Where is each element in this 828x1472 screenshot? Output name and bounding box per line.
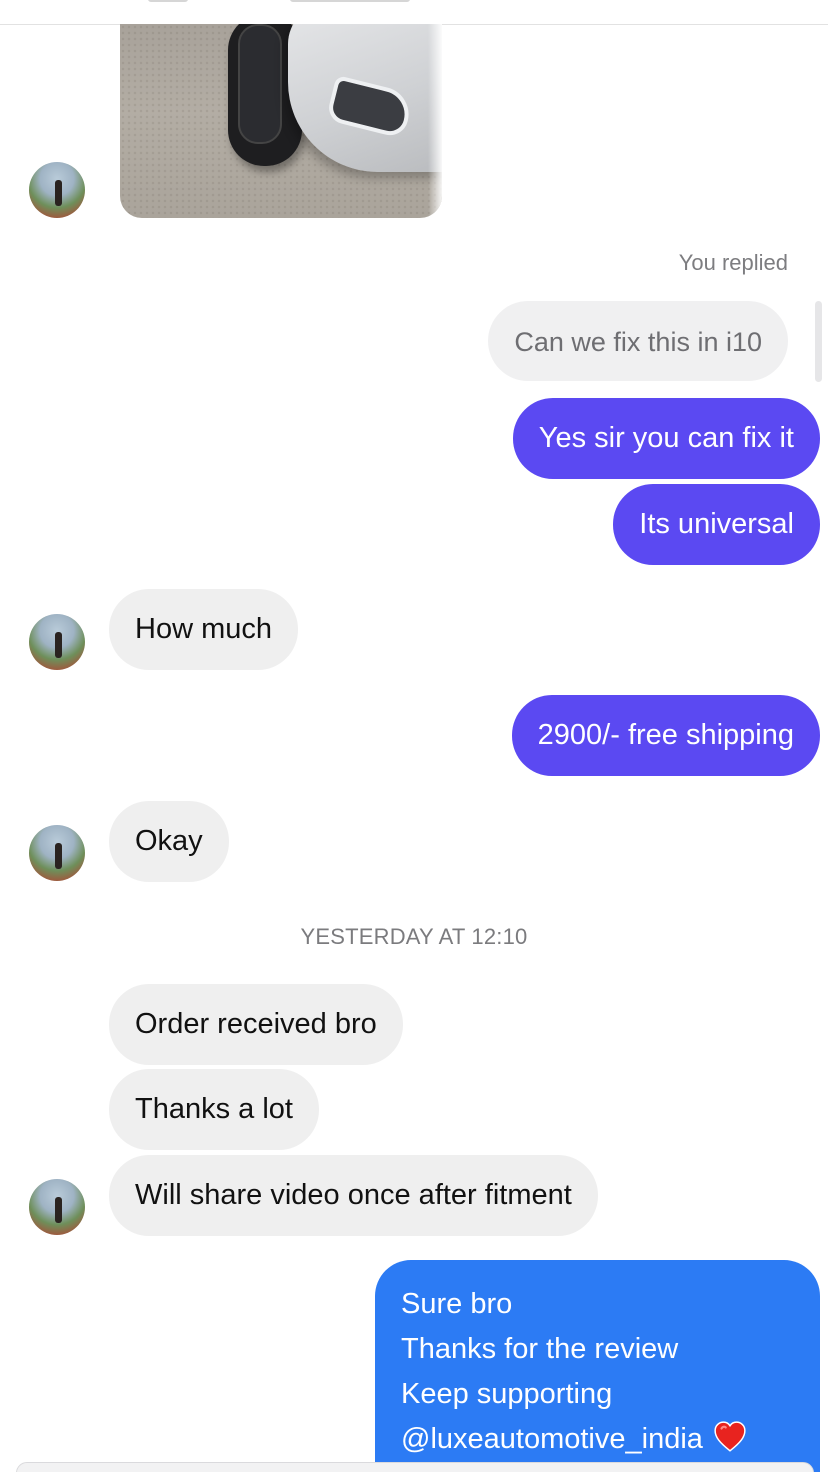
shared-photo[interactable]	[120, 24, 442, 218]
photo-rim	[238, 24, 282, 144]
header-bar	[0, 0, 828, 25]
avatar-figure	[55, 632, 62, 658]
outgoing-message-multiline[interactable]: Sure bro Thanks for the review Keep supp…	[375, 1260, 820, 1472]
heart-icon	[714, 1421, 746, 1452]
incoming-message[interactable]: Order received bro	[109, 984, 403, 1065]
quote-bar	[815, 301, 822, 382]
message-line: Sure bro	[401, 1288, 513, 1320]
message-composer[interactable]	[16, 1462, 814, 1472]
contact-avatar[interactable]	[29, 162, 85, 218]
contact-avatar[interactable]	[29, 825, 85, 881]
incoming-message[interactable]: Will share video once after fitment	[109, 1155, 598, 1236]
outgoing-message[interactable]: Yes sir you can fix it	[512, 398, 820, 479]
avatar-figure	[55, 843, 62, 869]
message-line: Thanks for the review	[401, 1333, 679, 1365]
message-line-with-emoji: @luxeautomotive_india	[401, 1417, 794, 1462]
header-fragment	[290, 0, 410, 2]
contact-avatar[interactable]	[29, 614, 85, 670]
incoming-message[interactable]: Thanks a lot	[109, 1069, 319, 1150]
quoted-message[interactable]: Can we fix this in i10	[488, 301, 788, 381]
date-separator: YESTERDAY AT 12:10	[300, 924, 528, 949]
outgoing-message[interactable]: Its universal	[613, 484, 820, 565]
avatar-figure	[55, 180, 62, 206]
chat-screen: You replied Can we fix this in i10 Yes s…	[0, 0, 828, 1472]
incoming-message[interactable]: Okay	[109, 801, 229, 882]
avatar-figure	[55, 1197, 62, 1223]
message-line: Keep supporting	[401, 1378, 613, 1410]
header-fragment	[148, 0, 188, 2]
replied-label: You replied	[678, 250, 788, 275]
outgoing-message[interactable]: 2900/- free shipping	[511, 695, 820, 776]
mention-link[interactable]: @luxeautomotive_india	[401, 1423, 703, 1455]
incoming-message[interactable]: How much	[109, 589, 298, 670]
contact-avatar[interactable]	[29, 1179, 85, 1235]
photo-edge	[428, 24, 442, 218]
